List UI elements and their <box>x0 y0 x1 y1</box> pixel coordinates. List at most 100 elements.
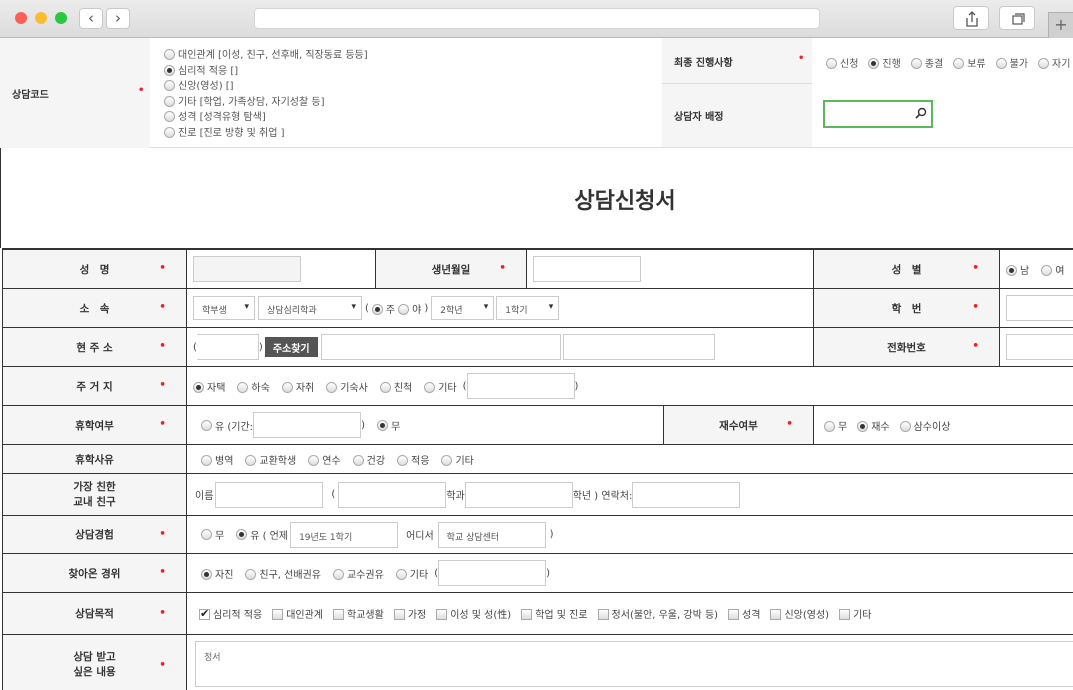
radio-button[interactable] <box>824 420 835 432</box>
radio-option[interactable]: 친구, 선배권유 <box>245 568 321 581</box>
checkbox-option[interactable]: 학업 및 진로 <box>521 606 588 621</box>
experience-when-input[interactable]: 19년도 1학기 <box>290 521 399 548</box>
checkbox-option[interactable]: 이성 및 성(性) <box>436 606 511 621</box>
radio-button[interactable] <box>326 381 338 393</box>
radio-button[interactable] <box>164 111 175 122</box>
radio-option[interactable]: 병역 <box>201 452 233 467</box>
radio-option[interactable]: 자취 <box>281 381 314 394</box>
share-button[interactable] <box>953 6 989 30</box>
residence-other-input[interactable] <box>466 373 575 399</box>
radio-option[interactable]: 여 <box>1041 262 1064 277</box>
radio-button[interactable] <box>308 454 320 466</box>
student-no-input[interactable] <box>1006 295 1073 321</box>
checkbox[interactable] <box>839 609 851 620</box>
radio-option[interactable]: 불가 <box>995 58 1028 70</box>
radio-option[interactable]: 성격 [성격유형 탐색] <box>164 110 368 126</box>
checkbox-option[interactable]: 정서(불안, 우울, 강박 등) <box>597 606 718 621</box>
radio-button[interactable] <box>1041 264 1053 276</box>
radio-button[interactable] <box>193 381 204 393</box>
close-window-icon[interactable] <box>15 12 27 24</box>
address-detail-input[interactable] <box>562 334 715 360</box>
new-tab-button[interactable]: + <box>1048 12 1073 38</box>
radio-button[interactable] <box>164 49 175 60</box>
radio-button[interactable] <box>857 420 869 432</box>
content-textarea[interactable]: 정서 <box>195 641 1073 687</box>
radio-button[interactable] <box>953 58 965 69</box>
radio-option[interactable]: 연수 <box>308 452 341 467</box>
radio-button[interactable] <box>424 381 436 393</box>
search-icon[interactable] <box>915 107 927 119</box>
checkbox[interactable] <box>199 607 210 620</box>
checkbox[interactable] <box>597 609 609 620</box>
radio-option[interactable]: 자택 <box>193 381 225 394</box>
radio-option[interactable]: 기타 <box>395 568 428 581</box>
radio-button[interactable] <box>164 95 175 107</box>
birth-input[interactable] <box>533 256 641 282</box>
back-button[interactable]: ‹ <box>79 8 103 29</box>
grade-select[interactable]: 2학년 <box>431 296 495 320</box>
radio-button[interactable] <box>441 454 453 466</box>
radio-option[interactable]: 하숙 <box>237 381 270 394</box>
checkbox[interactable] <box>436 609 448 620</box>
radio-option[interactable]: 삼수이상 <box>899 418 950 433</box>
radio-button[interactable] <box>164 80 175 91</box>
radio-option[interactable]: 기타 <box>424 381 457 394</box>
radio-option[interactable]: 기타 <box>441 452 474 467</box>
radio-option[interactable]: 자진 <box>201 568 233 581</box>
forward-button[interactable]: › <box>106 8 130 29</box>
zipcode-input[interactable] <box>196 334 259 360</box>
radio-button[interactable] <box>332 568 344 580</box>
department-select[interactable]: 상담심리학과 <box>258 296 362 320</box>
tabs-button[interactable] <box>999 6 1035 30</box>
checkbox[interactable] <box>521 609 533 620</box>
radio-button[interactable] <box>201 454 212 466</box>
radio-option[interactable]: 심리적 적응 [] <box>164 64 368 80</box>
radio-button[interactable] <box>1038 58 1050 69</box>
radio-option[interactable]: 진행 <box>868 58 901 70</box>
radio-button[interactable] <box>164 64 175 76</box>
checkbox[interactable] <box>393 609 405 620</box>
radio-option[interactable]: 기타 [학업, 가족상담, 자기성찰 등] <box>164 95 368 111</box>
radio-option[interactable]: 야 <box>398 303 421 316</box>
checkbox-option[interactable]: 성격 <box>728 606 760 621</box>
radio-option[interactable]: 무 <box>824 418 847 433</box>
radio-option[interactable]: 교환학생 <box>245 452 296 467</box>
radio-option[interactable]: 주 <box>371 303 395 316</box>
checkbox[interactable] <box>272 609 284 620</box>
radio-button[interactable] <box>910 58 922 69</box>
checkbox-option[interactable]: 기타 <box>839 606 871 621</box>
experience-where-input[interactable]: 학교 상담센터 <box>437 521 546 548</box>
radio-button[interactable] <box>868 58 880 69</box>
checkbox-option[interactable]: 학교생활 <box>333 606 384 621</box>
radio-option[interactable]: 대인관계 [이성, 친구, 선후배, 직장동료 등등] <box>164 48 368 64</box>
maximize-window-icon[interactable] <box>55 12 67 24</box>
friend-dept-input[interactable] <box>338 481 447 508</box>
checkbox-option[interactable]: 대인관계 <box>272 606 323 621</box>
radio-button[interactable] <box>281 381 293 393</box>
address-input[interactable] <box>320 334 561 360</box>
leave-yes-radio[interactable] <box>201 419 212 431</box>
student-type-select[interactable]: 학부생 <box>193 296 255 320</box>
name-input[interactable] <box>193 256 301 282</box>
radio-option[interactable]: 보류 <box>953 58 986 70</box>
phone-input[interactable] <box>1006 334 1073 360</box>
radio-button[interactable] <box>352 454 364 466</box>
checkbox-option[interactable]: 심리적 적응 <box>199 606 262 621</box>
checkbox-option[interactable]: 가정 <box>393 606 426 621</box>
radio-button[interactable] <box>245 568 257 580</box>
radio-option[interactable]: 적응 <box>397 452 429 467</box>
minimize-window-icon[interactable] <box>35 12 47 24</box>
radio-option[interactable]: 재수 <box>857 418 890 433</box>
radio-button[interactable] <box>371 303 383 315</box>
leave-no-radio[interactable] <box>376 419 388 431</box>
checkbox[interactable] <box>728 609 740 620</box>
address-bar[interactable] <box>254 8 820 29</box>
radio-option[interactable]: 신앙(영성) [] <box>164 79 368 95</box>
radio-option[interactable]: 친척 <box>379 381 412 394</box>
experience-yes-radio[interactable] <box>236 529 248 540</box>
checkbox[interactable] <box>333 609 344 620</box>
radio-option[interactable]: 신청 <box>826 58 858 70</box>
radio-button[interactable] <box>397 454 409 466</box>
radio-button[interactable] <box>899 420 911 432</box>
friend-name-input[interactable] <box>215 481 324 508</box>
